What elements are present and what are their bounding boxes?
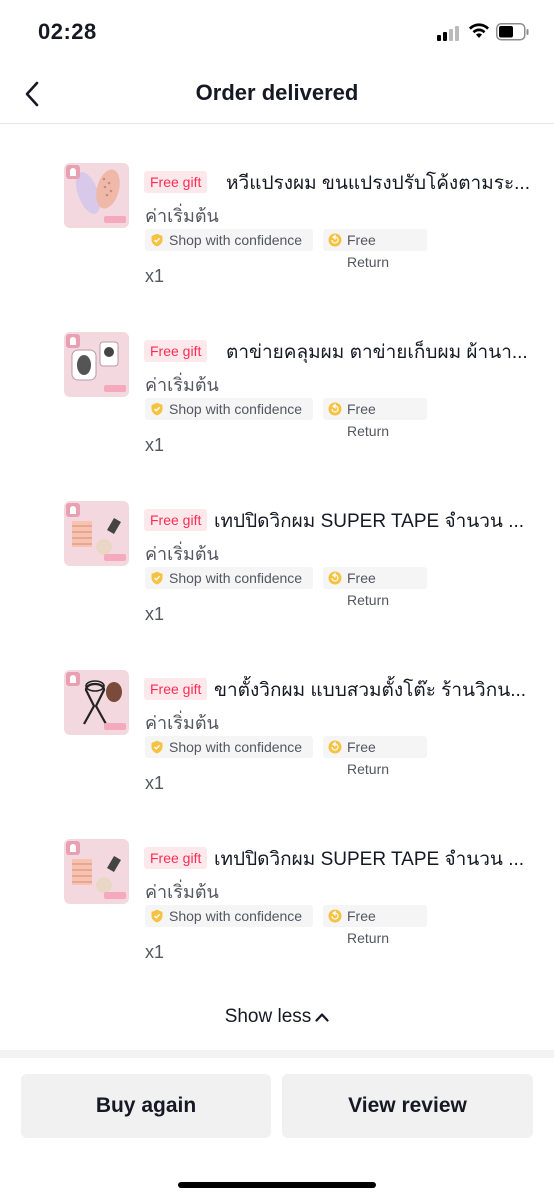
product-title[interactable]: หวีแปรงผม ขนแปรงปรับโค้งตามระ... xyxy=(226,168,531,198)
product-title[interactable]: เทปปิดวิกผม SUPER TAPE จำนวน ... xyxy=(214,844,531,874)
order-item[interactable]: Free gift ขาตั้งวิกผม แบบสวมตั้งโต๊ะ ร้า… xyxy=(0,670,554,820)
status-bar: 02:28 xyxy=(0,0,554,66)
free-gift-tag: Free gift xyxy=(144,509,208,531)
page-title: Order delivered xyxy=(195,80,359,105)
badge-label: Free Return xyxy=(347,232,390,270)
product-variant: ค่าเริ่มต้น xyxy=(145,713,219,733)
free-return-badge[interactable]: Free Return xyxy=(323,229,427,270)
order-item[interactable]: Free gift เทปปิดวิกผม SUPER TAPE จำนวน .… xyxy=(0,839,554,989)
product-thumbnail[interactable] xyxy=(64,332,129,397)
badge-label: Shop with confidence xyxy=(169,570,303,586)
shield-icon xyxy=(151,909,163,923)
badge-label: Shop with confidence xyxy=(169,908,303,924)
quantity: x1 xyxy=(145,435,165,455)
chevron-up-icon xyxy=(315,1013,329,1022)
view-review-button[interactable]: View review xyxy=(282,1074,533,1138)
shop-with-confidence-badge[interactable]: Shop with confidence xyxy=(145,736,313,758)
cellular-signal-icon xyxy=(437,25,461,41)
show-less-label: Show less xyxy=(224,1006,312,1027)
header: Order delivered xyxy=(0,66,554,124)
badge-label: Shop with confidence xyxy=(169,401,303,417)
quantity: x1 xyxy=(145,942,165,962)
product-variant: ค่าเริ่มต้น xyxy=(145,375,219,395)
order-item[interactable]: Free gift หวีแปรงผม ขนแปรงปรับโค้งตามระ.… xyxy=(0,163,554,313)
quantity: x1 xyxy=(145,604,165,624)
shop-with-confidence-badge[interactable]: Shop with confidence xyxy=(145,398,313,420)
free-gift-tag: Free gift xyxy=(144,678,208,700)
shop-with-confidence-badge[interactable]: Shop with confidence xyxy=(145,229,313,251)
return-icon xyxy=(328,740,342,754)
shield-icon xyxy=(151,233,163,247)
free-gift-tag: Free gift xyxy=(144,340,208,362)
product-variant: ค่าเริ่มต้น xyxy=(145,882,219,902)
status-time: 02:28 xyxy=(38,19,97,44)
shield-icon xyxy=(151,402,163,416)
shop-with-confidence-badge[interactable]: Shop with confidence xyxy=(145,905,313,927)
badge-label: Free Return xyxy=(347,908,390,946)
free-return-badge[interactable]: Free Return xyxy=(323,567,427,608)
return-icon xyxy=(328,402,342,416)
product-variant: ค่าเริ่มต้น xyxy=(145,544,219,564)
badge-label: Shop with confidence xyxy=(169,232,303,248)
badge-label: Free Return xyxy=(347,739,390,777)
product-title[interactable]: ขาตั้งวิกผม แบบสวมตั้งโต๊ะ ร้านวิกน... xyxy=(214,675,531,705)
product-title[interactable]: เทปปิดวิกผม SUPER TAPE จำนวน ... xyxy=(214,506,531,536)
product-thumbnail[interactable] xyxy=(64,501,129,566)
home-indicator[interactable] xyxy=(178,1182,376,1188)
buy-again-button[interactable]: Buy again xyxy=(21,1074,271,1138)
quantity: x1 xyxy=(145,773,165,793)
badge-label: Free Return xyxy=(347,401,390,439)
order-item[interactable]: Free gift ตาข่ายคลุมผม ตาข่ายเก็บผม ผ้าน… xyxy=(0,332,554,482)
return-icon xyxy=(328,233,342,247)
free-gift-tag: Free gift xyxy=(144,847,208,869)
order-item[interactable]: Free gift เทปปิดวิกผม SUPER TAPE จำนวน .… xyxy=(0,501,554,651)
shop-with-confidence-badge[interactable]: Shop with confidence xyxy=(145,567,313,589)
shield-icon xyxy=(151,740,163,754)
wifi-icon xyxy=(469,23,489,38)
product-title[interactable]: ตาข่ายคลุมผม ตาข่ายเก็บผม ผ้านา... xyxy=(226,337,531,367)
section-divider xyxy=(0,1050,554,1058)
return-icon xyxy=(328,571,342,585)
return-icon xyxy=(328,909,342,923)
product-thumbnail[interactable] xyxy=(64,839,129,904)
show-less-button[interactable]: Show less xyxy=(0,1006,554,1028)
battery-icon xyxy=(496,23,529,41)
free-gift-tag: Free gift xyxy=(144,171,208,193)
quantity: x1 xyxy=(145,266,165,286)
badge-label: Shop with confidence xyxy=(169,739,303,755)
free-return-badge[interactable]: Free Return xyxy=(323,905,427,946)
shield-icon xyxy=(151,571,163,585)
product-variant: ค่าเริ่มต้น xyxy=(145,206,219,226)
product-thumbnail[interactable] xyxy=(64,670,129,735)
badge-label: Free Return xyxy=(347,570,390,608)
free-return-badge[interactable]: Free Return xyxy=(323,398,427,439)
product-thumbnail[interactable] xyxy=(64,163,129,228)
free-return-badge[interactable]: Free Return xyxy=(323,736,427,777)
